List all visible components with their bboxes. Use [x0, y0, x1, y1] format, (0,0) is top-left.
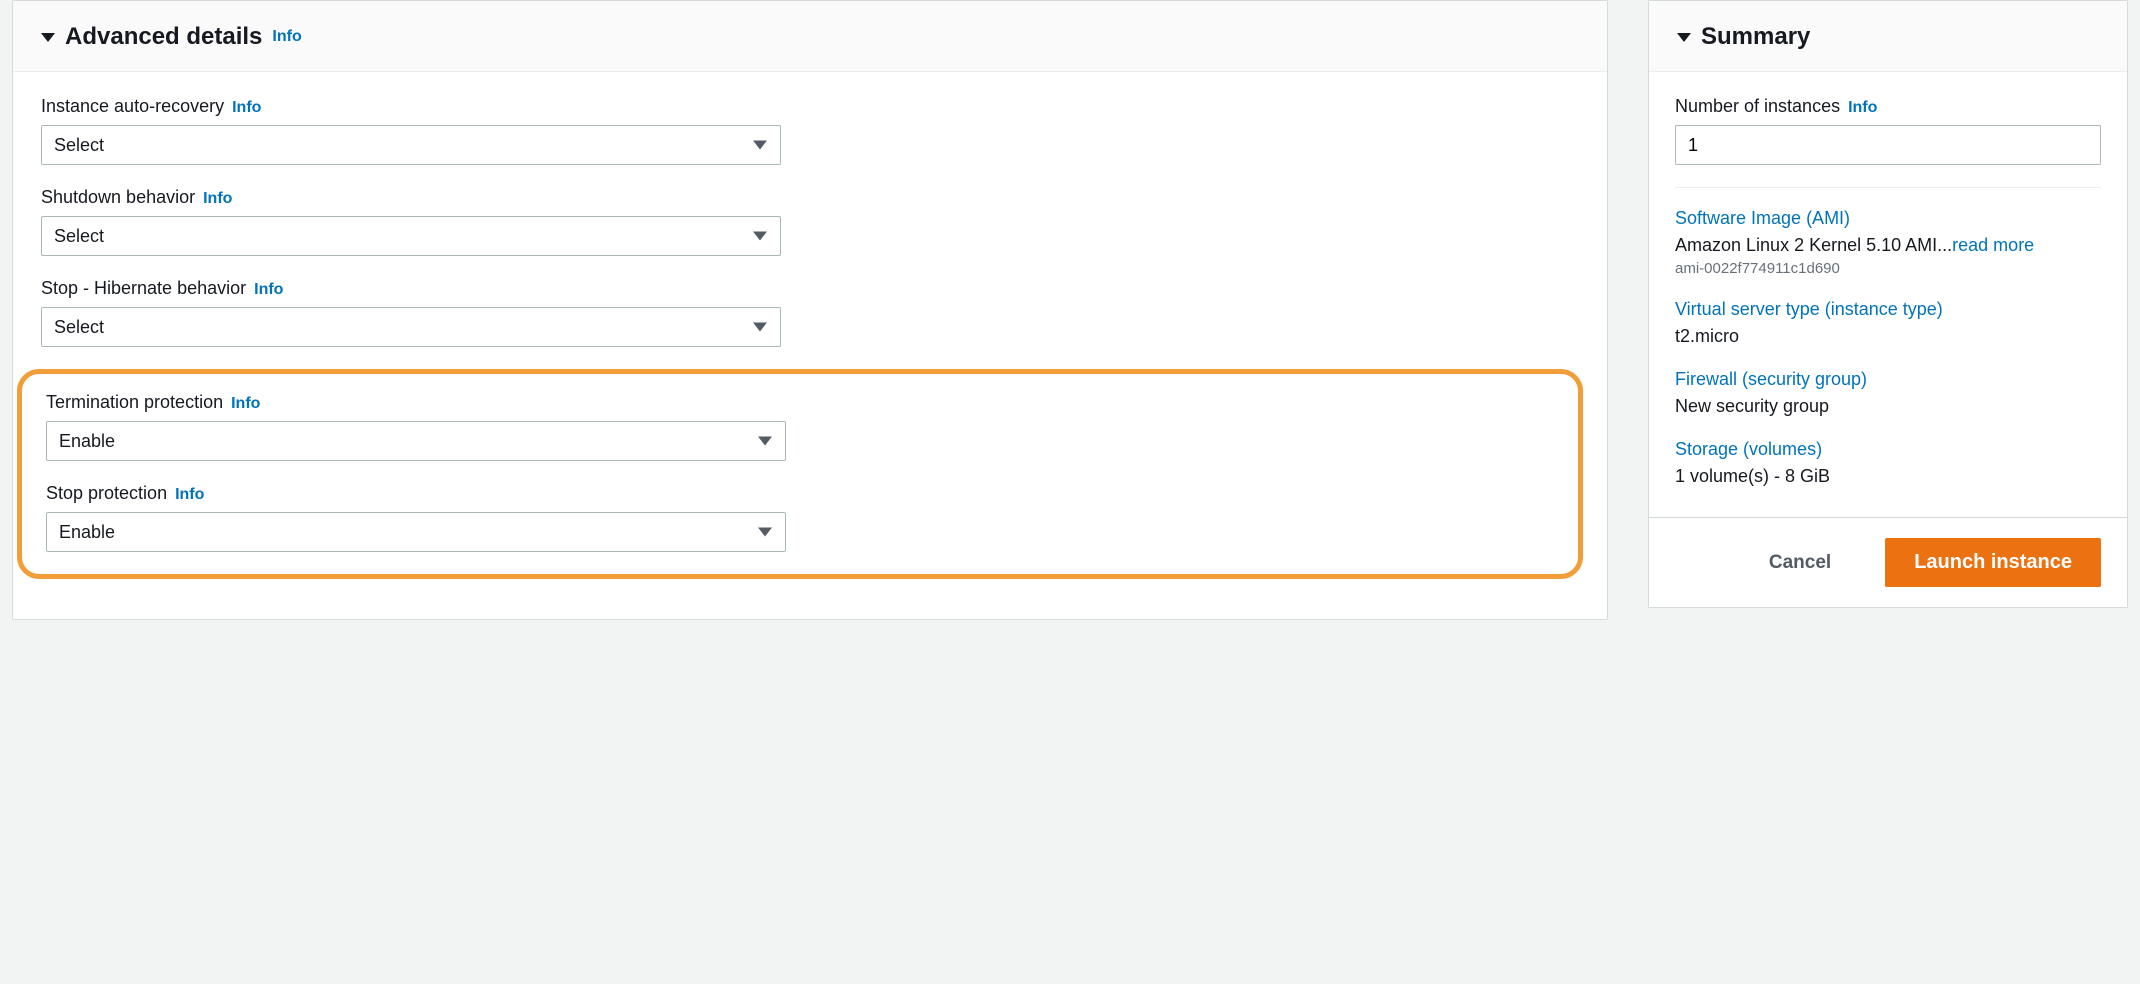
auto-recovery-group: Instance auto-recovery Info Select — [41, 96, 1579, 165]
cancel-button[interactable]: Cancel — [1765, 544, 1835, 582]
stop-protection-info-link[interactable]: Info — [175, 486, 204, 504]
summary-header[interactable]: Summary — [1649, 1, 2127, 72]
instance-type-section: Virtual server type (instance type) t2.m… — [1675, 299, 2101, 347]
num-instances-input[interactable] — [1675, 125, 2101, 165]
auto-recovery-value: Select — [54, 135, 104, 156]
launch-instance-button[interactable]: Launch instance — [1885, 538, 2101, 587]
summary-title: Summary — [1701, 23, 1810, 51]
caret-down-icon — [41, 33, 55, 42]
advanced-details-body: Instance auto-recovery Info Select Shutd… — [13, 72, 1607, 619]
num-instances-label: Number of instances — [1675, 96, 1840, 117]
firewall-link[interactable]: Firewall (security group) — [1675, 369, 2101, 390]
shutdown-behavior-select[interactable]: Select — [41, 216, 781, 256]
ami-id: ami-0022f774911c1d690 — [1675, 260, 2101, 277]
shutdown-behavior-group: Shutdown behavior Info Select — [41, 187, 1579, 256]
advanced-details-title: Advanced details — [65, 23, 262, 51]
advanced-details-header[interactable]: Advanced details Info — [13, 1, 1607, 72]
firewall-section: Firewall (security group) New security g… — [1675, 369, 2101, 417]
stop-protection-select[interactable]: Enable — [46, 512, 786, 552]
chevron-down-icon — [753, 232, 767, 241]
ami-readmore-link[interactable]: read more — [1952, 235, 2034, 255]
instance-type-link[interactable]: Virtual server type (instance type) — [1675, 299, 2101, 320]
stop-hibernate-group: Stop - Hibernate behavior Info Select — [41, 278, 1579, 347]
chevron-down-icon — [758, 528, 772, 537]
shutdown-behavior-info-link[interactable]: Info — [203, 190, 232, 208]
advanced-details-info-link[interactable]: Info — [272, 28, 301, 46]
summary-body: Number of instances Info Software Image … — [1649, 72, 2127, 517]
num-instances-label-row: Number of instances Info — [1675, 96, 2101, 117]
caret-down-icon — [1677, 33, 1691, 42]
storage-value: 1 volume(s) - 8 GiB — [1675, 466, 2101, 487]
ami-value-row: Amazon Linux 2 Kernel 5.10 AMI...read mo… — [1675, 235, 2101, 256]
stop-protection-group: Stop protection Info Enable — [46, 483, 1554, 552]
termination-protection-info-link[interactable]: Info — [231, 395, 260, 413]
storage-section: Storage (volumes) 1 volume(s) - 8 GiB — [1675, 439, 2101, 487]
instance-type-value: t2.micro — [1675, 326, 2101, 347]
shutdown-behavior-value: Select — [54, 226, 104, 247]
summary-panel: Summary Number of instances Info Softwar… — [1648, 0, 2128, 608]
auto-recovery-info-link[interactable]: Info — [232, 99, 261, 117]
stop-hibernate-value: Select — [54, 317, 104, 338]
summary-divider — [1675, 187, 2101, 188]
stop-hibernate-info-link[interactable]: Info — [254, 281, 283, 299]
termination-protection-group: Termination protection Info Enable — [46, 392, 1554, 461]
stop-hibernate-label: Stop - Hibernate behavior — [41, 278, 246, 299]
termination-protection-label: Termination protection — [46, 392, 223, 413]
stop-hibernate-select[interactable]: Select — [41, 307, 781, 347]
ami-section: Software Image (AMI) Amazon Linux 2 Kern… — [1675, 208, 2101, 277]
termination-protection-value: Enable — [59, 431, 115, 452]
ami-value: Amazon Linux 2 Kernel 5.10 AMI... — [1675, 235, 1952, 255]
num-instances-info-link[interactable]: Info — [1848, 99, 1877, 117]
summary-footer: Cancel Launch instance — [1649, 517, 2127, 607]
ami-link[interactable]: Software Image (AMI) — [1675, 208, 2101, 229]
storage-link[interactable]: Storage (volumes) — [1675, 439, 2101, 460]
chevron-down-icon — [753, 323, 767, 332]
chevron-down-icon — [753, 141, 767, 150]
shutdown-behavior-label: Shutdown behavior — [41, 187, 195, 208]
stop-protection-label: Stop protection — [46, 483, 167, 504]
highlighted-protection-box: Termination protection Info Enable Stop … — [17, 369, 1583, 579]
firewall-value: New security group — [1675, 396, 2101, 417]
termination-protection-select[interactable]: Enable — [46, 421, 786, 461]
stop-protection-value: Enable — [59, 522, 115, 543]
chevron-down-icon — [758, 437, 772, 446]
advanced-details-panel: Advanced details Info Instance auto-reco… — [12, 0, 1608, 620]
auto-recovery-select[interactable]: Select — [41, 125, 781, 165]
auto-recovery-label: Instance auto-recovery — [41, 96, 224, 117]
